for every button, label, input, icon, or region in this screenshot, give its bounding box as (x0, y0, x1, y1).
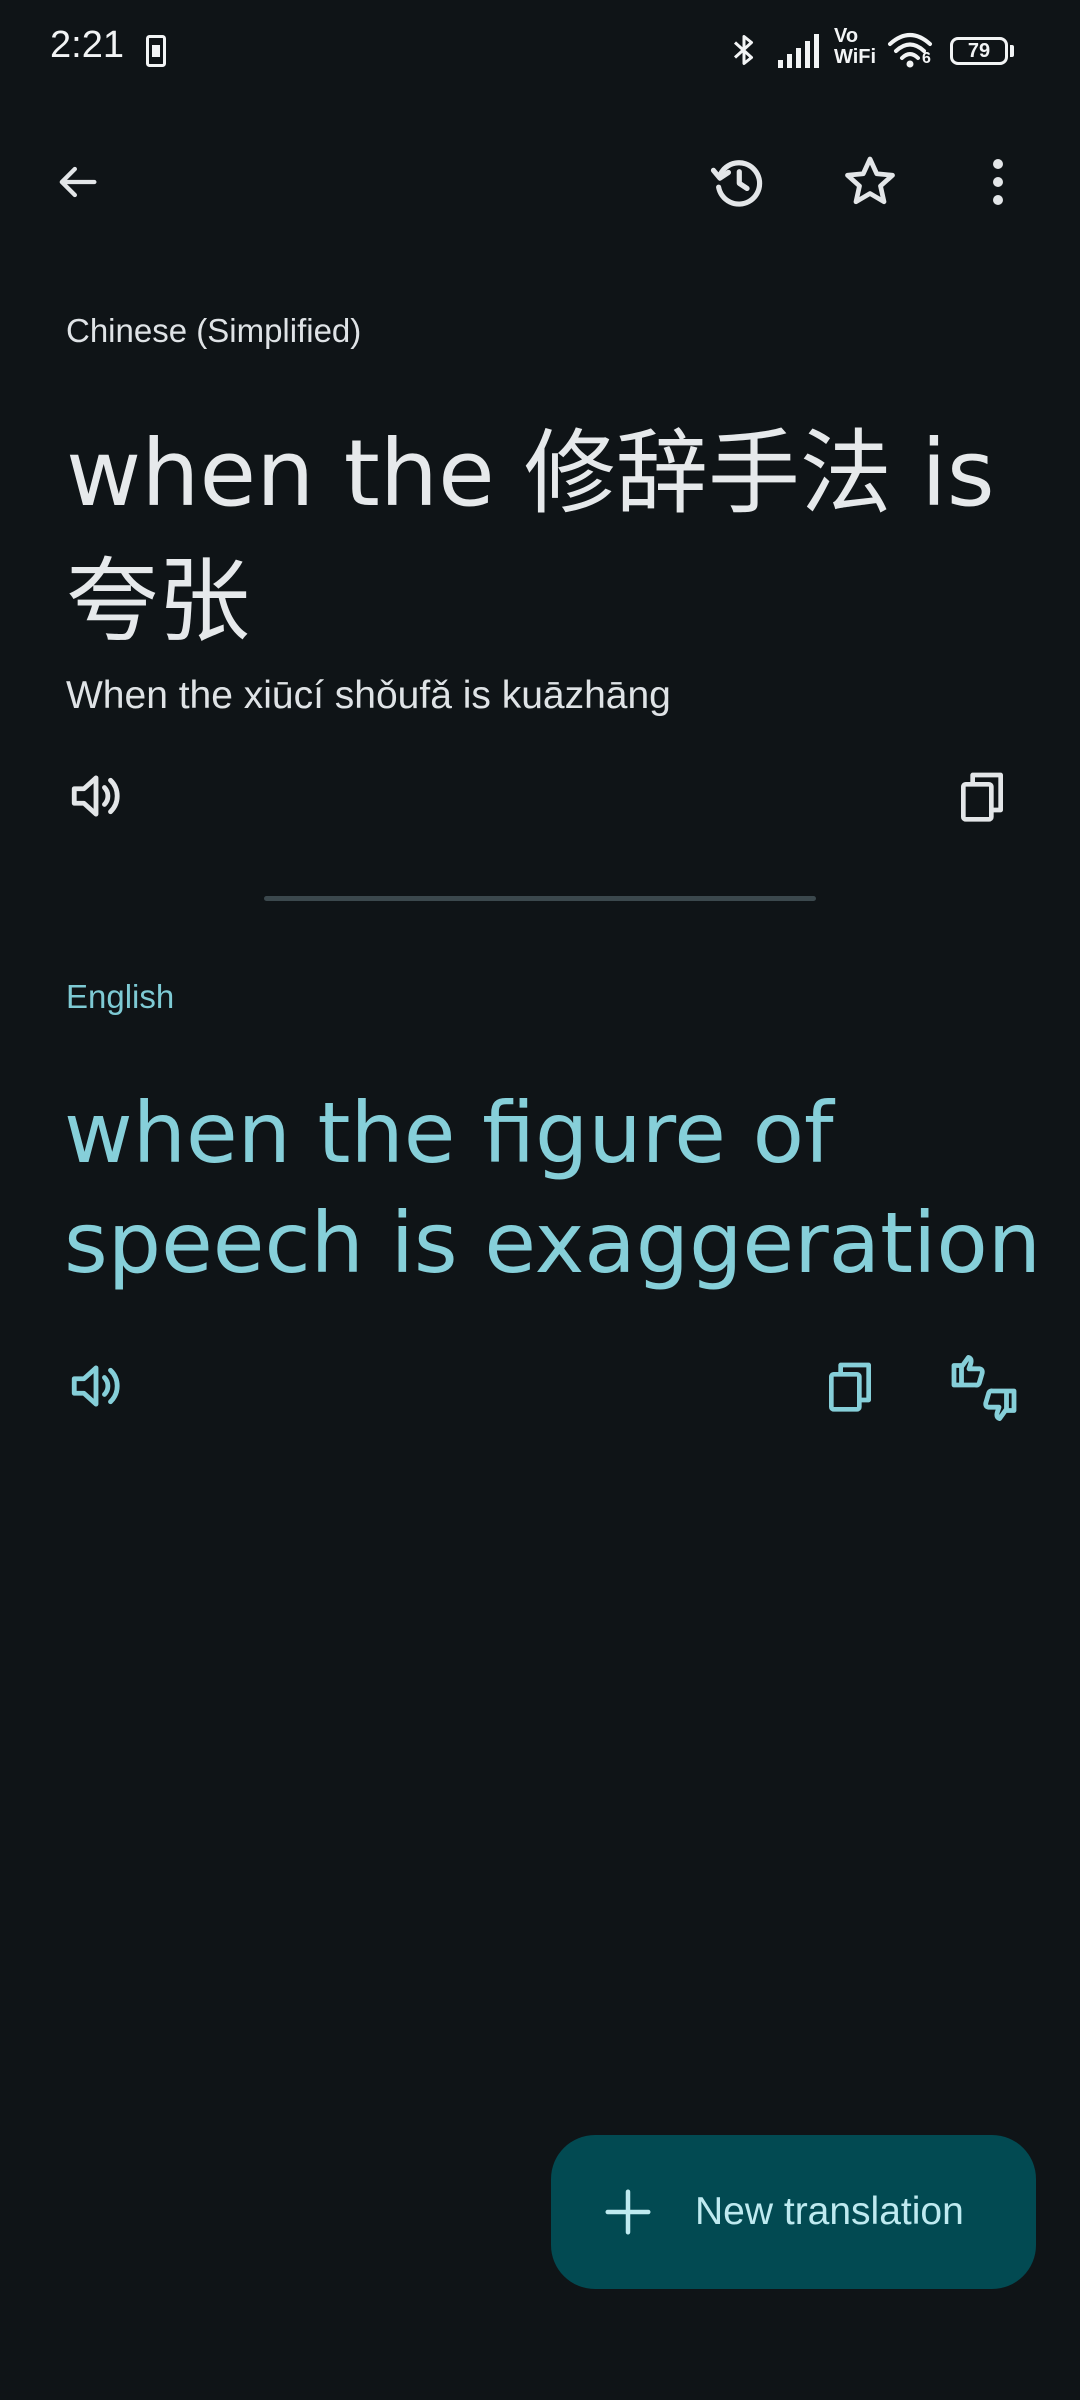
vowifi-indicator: Vo WiFi (834, 26, 878, 68)
section-divider[interactable] (264, 896, 816, 901)
translation-text[interactable]: when the figure of speech is exaggeratio… (64, 1078, 1044, 1298)
thumbs-up-down-icon (951, 1355, 1017, 1421)
source-copy-button[interactable] (934, 748, 1030, 844)
star-outline-icon (845, 156, 895, 205)
copy-icon (961, 772, 1003, 822)
new-translation-button[interactable]: New translation (551, 2135, 1036, 2289)
more-vertical-icon (993, 159, 1003, 205)
battery-level: 79 (967, 39, 991, 62)
speaker-icon (71, 1365, 120, 1407)
favorite-button[interactable] (822, 134, 918, 230)
target-language-label: English (66, 978, 175, 1015)
new-translation-label: New translation (695, 2190, 964, 2233)
source-language-label: Chinese (Simplified) (66, 312, 362, 349)
battery-icon: 79 (950, 37, 1008, 65)
status-time: 2:21 (50, 24, 124, 66)
bluetooth-icon (733, 35, 753, 65)
vowifi-top: Vo (834, 25, 859, 47)
back-button[interactable] (29, 134, 125, 230)
speaker-icon (71, 775, 120, 817)
vowifi-bottom: WiFi (834, 46, 877, 68)
source-text[interactable]: when the 修辞手法 is 夸张 (66, 410, 1026, 666)
sim-card-icon (146, 35, 166, 67)
history-icon (710, 160, 763, 207)
rate-translation-button[interactable] (936, 1340, 1032, 1436)
target-listen-button[interactable] (48, 1338, 144, 1434)
plus-icon (605, 2189, 651, 2235)
more-options-button[interactable] (950, 134, 1046, 230)
arrow-left-icon (59, 166, 97, 198)
source-listen-button[interactable] (48, 748, 144, 844)
signal-icon (778, 34, 819, 68)
copy-icon (829, 1362, 871, 1412)
source-transliteration: When the xiūcí shǒufǎ is kuāzhāng (66, 674, 671, 717)
target-copy-button[interactable] (802, 1338, 898, 1434)
wifi-badge: 6 (922, 50, 931, 67)
battery-tip (1010, 45, 1014, 57)
history-button[interactable] (690, 134, 786, 230)
